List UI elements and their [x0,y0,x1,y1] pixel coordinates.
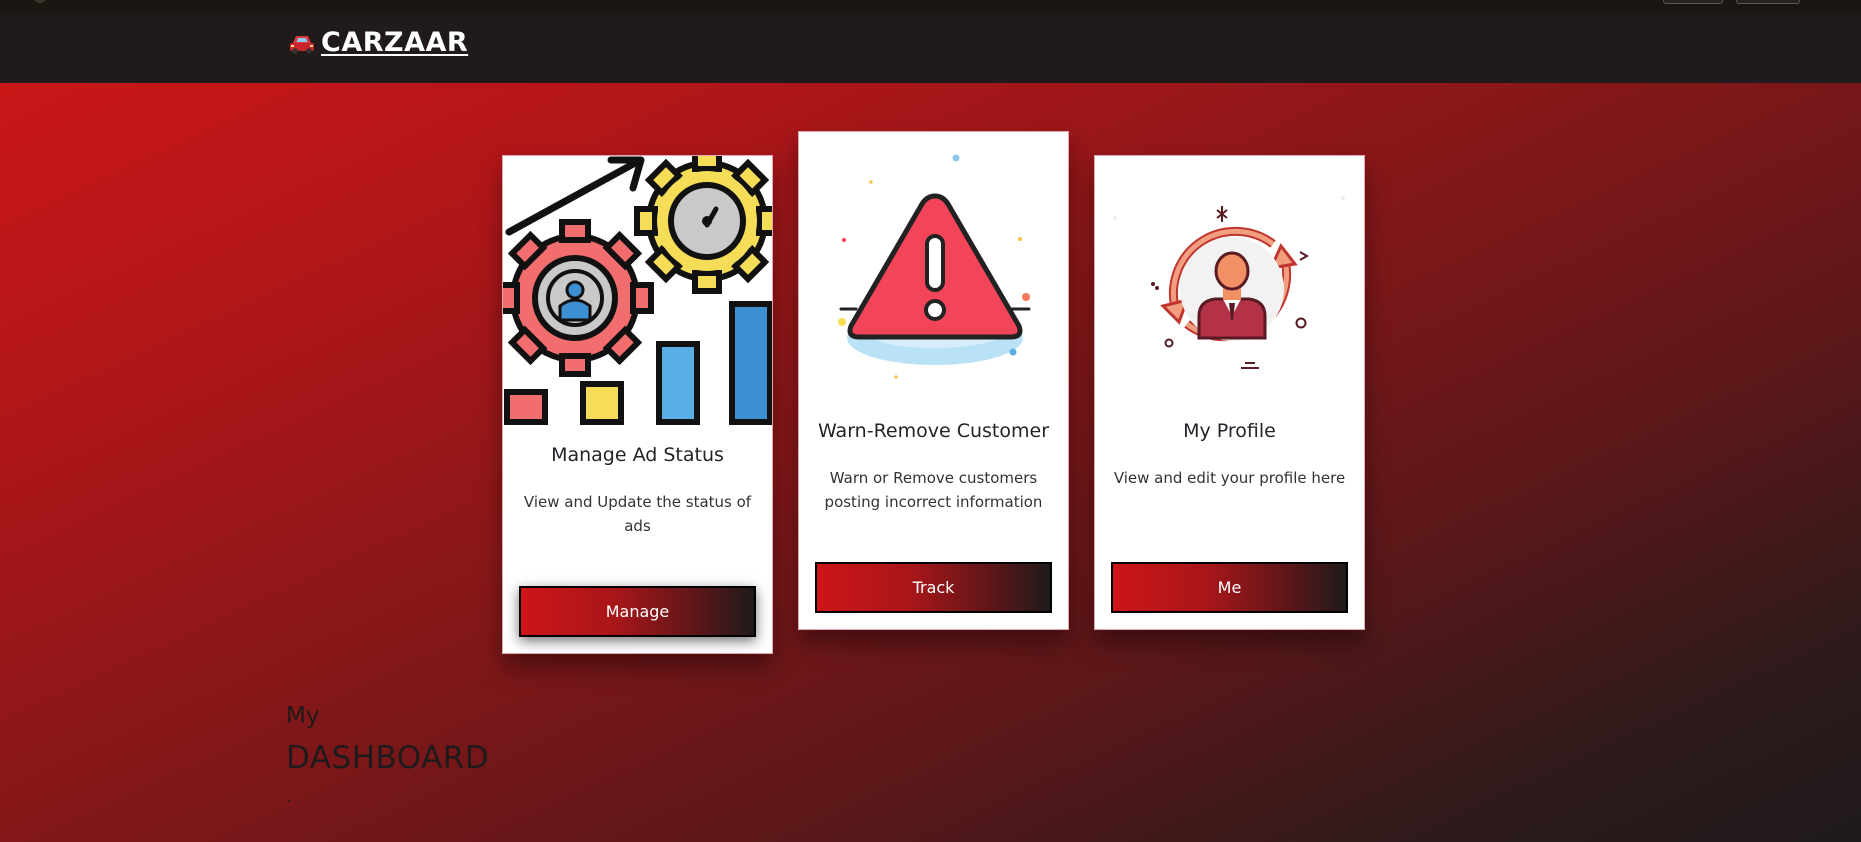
dashboard-prefix: My [286,703,320,729]
top-strip-button[interactable] [1736,0,1800,4]
card-my-profile: My Profile View and edit your profile he… [1094,155,1365,630]
divider-dot [288,800,290,802]
me-button[interactable]: Me [1111,562,1348,613]
profile-cycle-icon [1113,196,1345,369]
card-description: View and edit your profile here [1113,469,1346,487]
card-manage-ad-status: Manage Ad Status View and Update the sta… [502,155,773,654]
browser-top-strip [0,0,1861,13]
card-description: View and Update the status of ads [523,493,752,535]
card-description: Warn or Remove customers posting incorre… [824,469,1043,511]
brand-name: CARZAAR [321,27,469,58]
card-title: Warn-Remove Customer [817,420,1050,442]
top-strip-circle [32,0,48,3]
card-title: Manage Ad Status [551,444,724,466]
warning-triangle-icon [838,154,1031,379]
brand-link[interactable]: CARZAAR [287,27,468,58]
dashboard-title: DASHBOARD [286,740,490,776]
car-icon [287,31,317,55]
top-strip-button[interactable] [1663,0,1723,4]
card-warn-remove-customer: Warn-Remove Customer Warn or Remove cust… [798,131,1069,630]
card-title: My Profile [1183,420,1276,442]
navbar: CARZAAR [0,13,1861,83]
manage-button[interactable]: Manage [519,586,756,637]
track-button[interactable]: Track [815,562,1052,613]
ad-status-gears-chart-icon [503,156,772,425]
